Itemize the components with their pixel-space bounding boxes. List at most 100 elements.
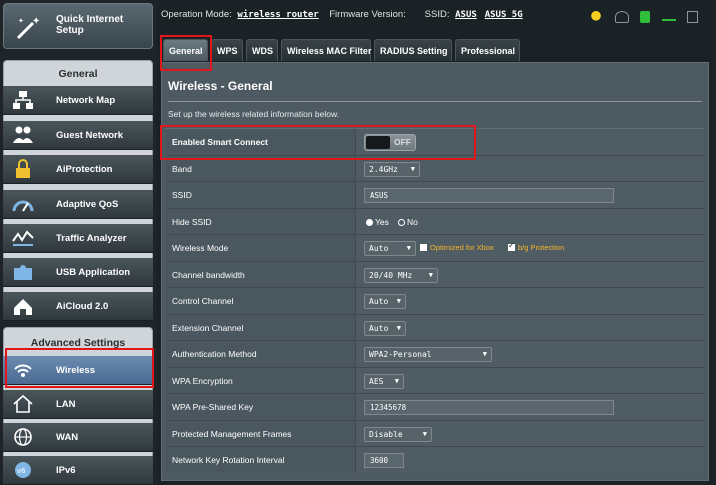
extension-channel-select[interactable]: Auto ▼ (364, 320, 406, 336)
table-row: SSID ASUS (166, 181, 704, 208)
table-row: Extension Channel Auto ▼ (166, 313, 704, 340)
tab-wireless-mac-filter[interactable]: Wireless MAC Filter (281, 39, 371, 61)
channel-bandwidth-label: Channel bandwidth (166, 261, 355, 287)
key-rotation-input[interactable]: 3600 (364, 453, 404, 468)
puzzle-icon (14, 265, 32, 280)
internet-status-icon[interactable] (640, 10, 651, 23)
operation-mode-link[interactable]: wireless router (237, 10, 318, 20)
bg-protection-checkbox[interactable]: b/g Protection (508, 241, 565, 252)
checkbox-label: Optimized for Xbox (430, 243, 494, 252)
radio-selected-icon (366, 218, 373, 226)
operation-mode-label: Operation Mode: (161, 9, 232, 20)
ssid-input[interactable]: ASUS (364, 188, 614, 203)
ssid-link-24g[interactable]: ASUS (455, 10, 477, 20)
sidebar-item-lan[interactable]: LAN (3, 390, 153, 419)
toggle-knob (366, 136, 390, 149)
sidebar-item-label: Adaptive QoS (56, 199, 119, 210)
globe-icon (14, 428, 32, 446)
channel-bandwidth-select[interactable]: 20/40 MHz ▼ (364, 267, 438, 283)
wpa-encryption-select[interactable]: AES ▼ (364, 373, 404, 389)
optimized-xbox-checkbox[interactable]: Optimized for Xbox (420, 243, 494, 252)
svg-text:✦: ✦ (18, 17, 24, 25)
tab-wds[interactable]: WDS (246, 39, 278, 61)
control-channel-value: Auto (369, 297, 389, 306)
clients-icon[interactable] (614, 10, 629, 23)
sidebar-item-guest-network[interactable]: Guest Network (3, 121, 153, 150)
sidebar-item-label: LAN (56, 399, 76, 410)
auth-method-label: Authentication Method (166, 341, 355, 367)
page-title: Wireless - General (168, 79, 273, 93)
sidebar-item-label: USB Application (56, 267, 131, 278)
sidebar-item-wireless[interactable]: Wireless (3, 356, 153, 385)
top-status-bar: Operation Mode: wireless router Firmware… (157, 0, 716, 36)
smart-connect-label: Enabled Smart Connect (166, 129, 355, 155)
ipv6-globe-icon: v6 (15, 462, 31, 478)
ssid-link-5g[interactable]: ASUS_5G (485, 10, 523, 20)
radio-yes-label: Yes (375, 216, 389, 227)
sidebar: ✦ ✦ Quick Internet Setup General Network… (0, 0, 157, 485)
table-row: WPA Pre-Shared Key 12345678 (166, 393, 704, 420)
wpa-key-input[interactable]: 12345678 (364, 400, 614, 415)
general-header: General (58, 68, 98, 80)
checkbox-icon (420, 244, 427, 251)
sidebar-item-network-map[interactable]: Network Map (3, 86, 153, 115)
chevron-down-icon: ▼ (396, 323, 401, 332)
cloud-house-icon (14, 299, 32, 315)
magic-wand-icon: ✦ ✦ (16, 16, 40, 40)
chevron-down-icon: ▼ (406, 244, 411, 252)
tab-wps[interactable]: WPS (211, 39, 243, 61)
smart-connect-toggle[interactable]: OFF (364, 134, 416, 151)
status-icons (582, 8, 698, 23)
wireless-mode-select[interactable]: Auto ▼ (364, 241, 416, 256)
notification-bulb-icon[interactable] (589, 10, 604, 23)
auth-method-select[interactable]: WPA2-Personal ▼ (364, 347, 492, 362)
sidebar-item-traffic-analyzer[interactable]: Traffic Analyzer (3, 224, 153, 253)
wpa-encryption-value: AES (369, 376, 384, 386)
key-rotation-label: Network Key Rotation Interval (166, 447, 355, 473)
toggle-state: OFF (394, 137, 411, 147)
chevron-down-icon: ▼ (396, 297, 401, 305)
ssid-field-label: SSID (166, 182, 355, 208)
band-value: 2.4GHz (369, 164, 398, 174)
wireless-mode-label: Wireless Mode (166, 235, 355, 261)
tab-general[interactable]: General (163, 39, 208, 61)
table-row: Enabled Smart Connect OFF (166, 128, 704, 155)
hide-ssid-no-radio[interactable]: No (398, 217, 418, 227)
sidebar-item-label: AiProtection (56, 164, 113, 175)
chevron-down-icon: ▼ (394, 376, 399, 385)
chevron-down-icon: ▼ (428, 270, 433, 279)
hide-ssid-yes-radio[interactable]: Yes (366, 217, 389, 227)
checkbox-checked-icon (508, 241, 515, 251)
guest-network-icon (13, 126, 33, 143)
table-row: Band 2.4GHz ▼ (166, 154, 704, 181)
lock-icon (16, 159, 30, 178)
sidebar-item-wan[interactable]: WAN (3, 423, 153, 452)
control-channel-select[interactable]: Auto ▼ (364, 294, 406, 309)
sidebar-item-usb-application[interactable]: USB Application (3, 258, 153, 287)
sidebar-item-aicloud[interactable]: AiCloud 2.0 (3, 292, 153, 321)
sidebar-item-aiprotection[interactable]: AiProtection (3, 155, 153, 184)
checkbox-label: b/g Protection (518, 243, 565, 252)
status-info: Operation Mode: wireless router Firmware… (161, 9, 523, 20)
pmf-select[interactable]: Disable ▼ (364, 426, 432, 442)
usb-icon[interactable] (661, 18, 676, 21)
content-panel: Wireless - General Set up the wireless r… (161, 62, 709, 481)
wpa-encryption-label: WPA Encryption (166, 367, 355, 393)
firmware-label: Firmware Version: (329, 9, 406, 20)
ssid-label: SSID: (424, 9, 450, 20)
table-row: Hide SSID Yes No (166, 207, 704, 234)
tab-radius-setting[interactable]: RADIUS Setting (374, 39, 452, 61)
chevron-down-icon: ▼ (410, 164, 415, 173)
quick-internet-setup-button[interactable]: ✦ ✦ Quick Internet Setup (3, 3, 153, 49)
sidebar-item-adaptive-qos[interactable]: Adaptive QoS (3, 190, 153, 219)
advanced-settings-header: Advanced Settings (30, 337, 126, 349)
network-map-icon (13, 91, 33, 109)
tab-professional[interactable]: Professional (455, 39, 520, 61)
chevron-down-icon: ▼ (422, 429, 427, 438)
page-description: Set up the wireless related information … (168, 109, 340, 119)
printer-icon[interactable] (687, 10, 698, 23)
band-select[interactable]: 2.4GHz ▼ (364, 161, 420, 177)
wpa-key-label: WPA Pre-Shared Key (166, 394, 355, 420)
extension-channel-value: Auto (369, 323, 389, 333)
quick-internet-setup-label: Quick Internet Setup (56, 14, 124, 36)
